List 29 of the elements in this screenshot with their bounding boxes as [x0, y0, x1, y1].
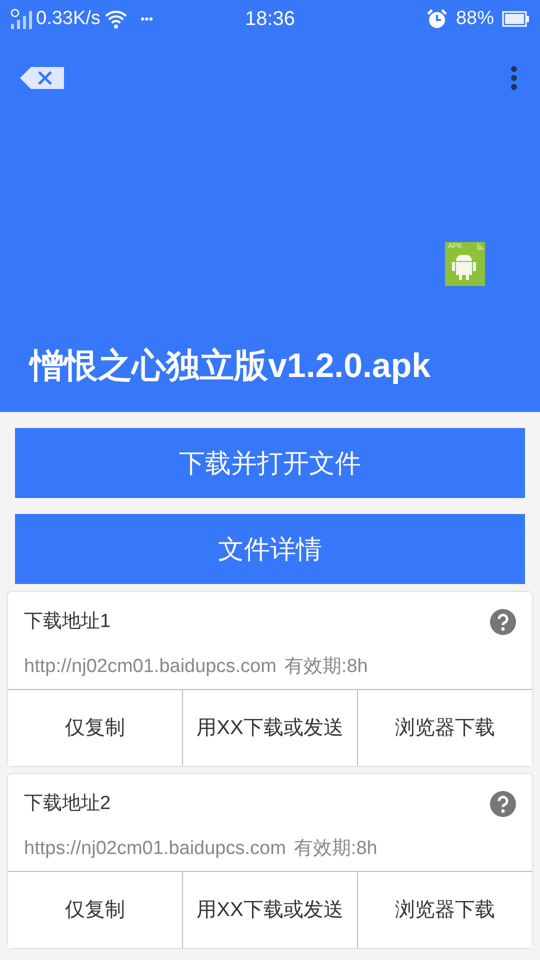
link-expiry: 有效期:8h: [284, 654, 368, 678]
link-action-button[interactable]: 用XX下载或发送: [182, 690, 357, 766]
link-url: http://nj02cm01.baidupcs.com: [24, 654, 276, 678]
help-icon[interactable]: [490, 791, 516, 818]
battery-icon: [502, 11, 530, 27]
wifi-icon: [104, 9, 128, 29]
file-name: 憎恨之心独立版v1.2.0.apk: [28, 346, 432, 387]
status-time: 18:36: [244, 7, 296, 32]
help-icon[interactable]: [490, 609, 516, 636]
link-expiry: 有效期:8h: [294, 836, 378, 860]
action-button[interactable]: 文件详情: [15, 514, 525, 584]
link-action-button[interactable]: 仅复制: [8, 872, 182, 948]
network-speed: 0.33K/s: [36, 6, 100, 31]
link-action-button[interactable]: 仅复制: [8, 690, 182, 766]
alarm-icon: [426, 8, 448, 30]
more-indicator: •••: [140, 11, 154, 28]
link-action-button[interactable]: 用XX下载或发送: [182, 872, 357, 948]
link-url: https://nj02cm01.baidupcs.com: [24, 836, 286, 860]
signal-icon: [10, 8, 32, 30]
more-menu-icon[interactable]: [510, 65, 518, 91]
backspace-icon[interactable]: [20, 67, 64, 89]
folded-corner-icon: [477, 242, 485, 250]
action-button[interactable]: 下载并打开文件: [15, 428, 525, 498]
link-action-button[interactable]: 浏览器下载: [357, 872, 532, 948]
battery-percent: 88%: [456, 6, 494, 31]
android-icon: [452, 255, 476, 281]
link-title: 下载地址1: [24, 610, 111, 634]
link-title: 下载地址2: [24, 792, 111, 816]
link-action-button[interactable]: 浏览器下载: [357, 690, 532, 766]
